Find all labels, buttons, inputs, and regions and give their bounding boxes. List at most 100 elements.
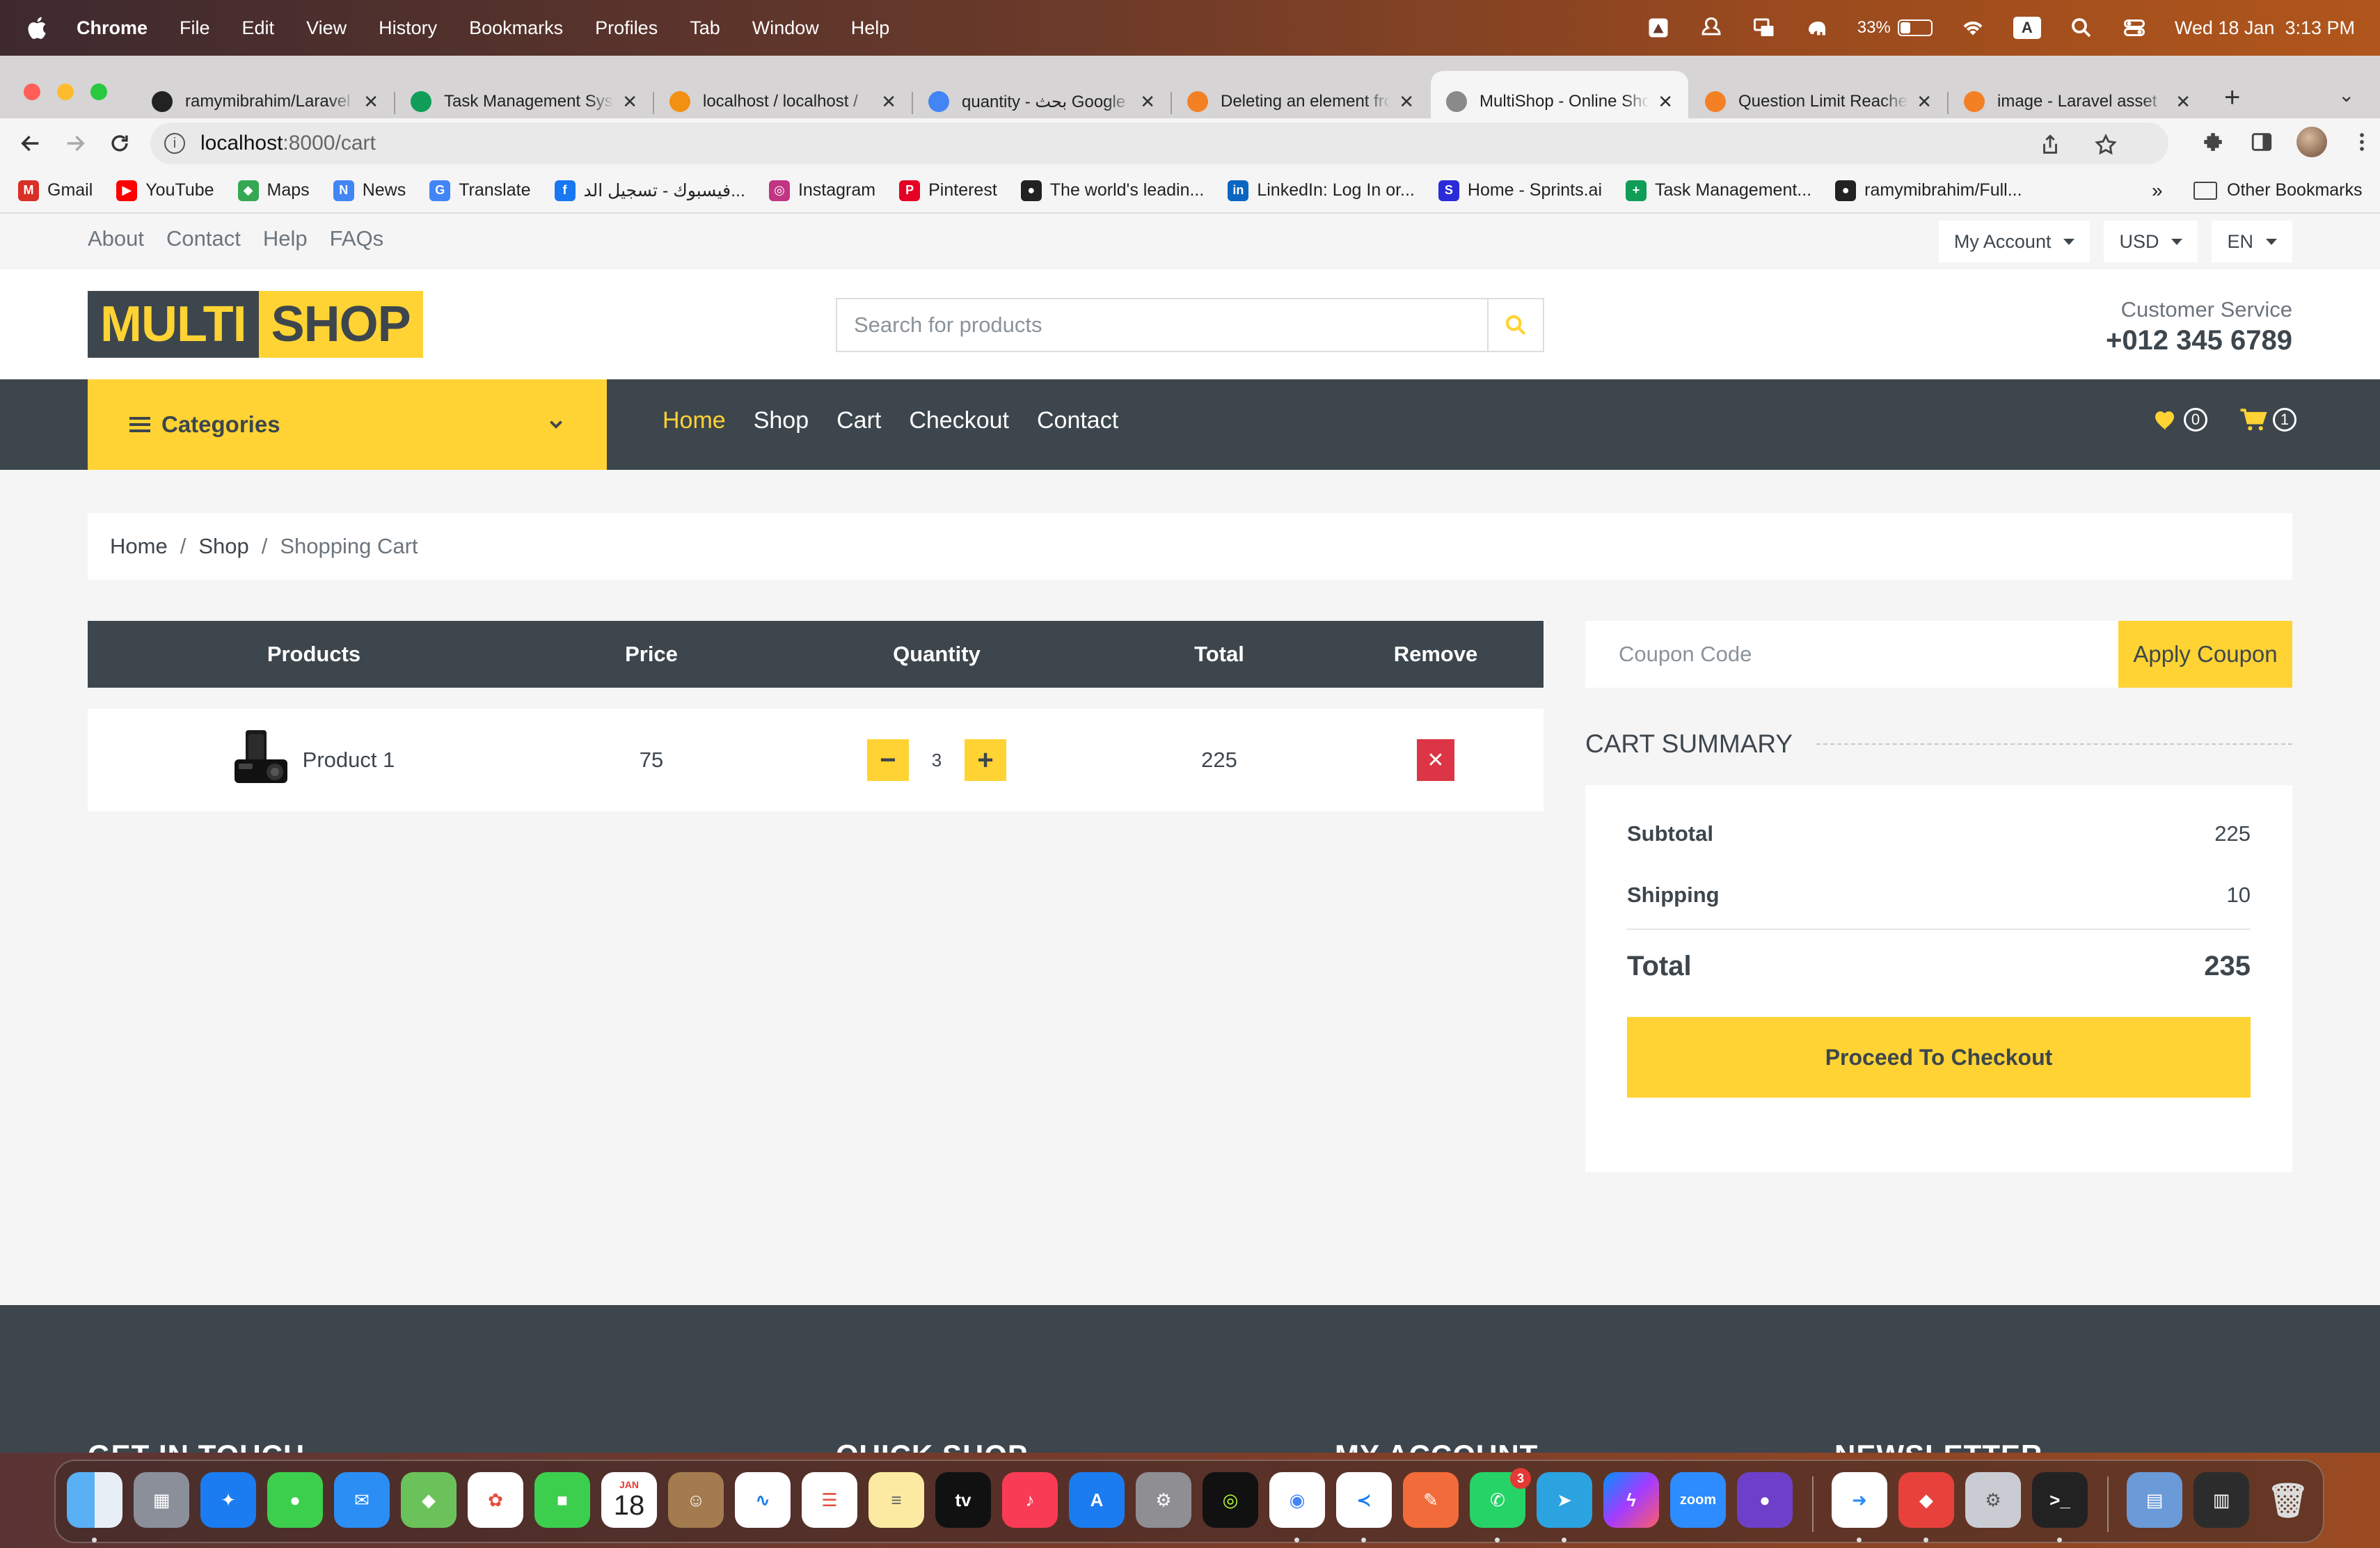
bookmark-item[interactable]: N News bbox=[333, 180, 406, 201]
bookmarks-overflow-button[interactable]: » bbox=[2152, 180, 2163, 202]
control-center-icon[interactable] bbox=[2122, 15, 2147, 40]
top-link-contact[interactable]: Contact bbox=[166, 226, 241, 251]
battery-status[interactable]: 33% bbox=[1857, 18, 1933, 38]
remove-item-button[interactable]: ✕ bbox=[1417, 739, 1454, 781]
close-tab-icon[interactable]: ✕ bbox=[363, 91, 379, 113]
finder-icon[interactable] bbox=[67, 1472, 122, 1528]
menu-view[interactable]: View bbox=[306, 17, 347, 39]
breadcrumb-shop[interactable]: Shop bbox=[198, 534, 248, 559]
chrome-icon[interactable]: ◉ bbox=[1269, 1472, 1325, 1528]
wishlist-link[interactable]: 0 bbox=[2153, 408, 2207, 432]
menu-file[interactable]: File bbox=[180, 17, 210, 39]
menu-bookmarks[interactable]: Bookmarks bbox=[469, 17, 563, 39]
nav-contact[interactable]: Contact bbox=[1037, 407, 1118, 434]
more-menu-icon[interactable] bbox=[2348, 128, 2376, 156]
language-dropdown[interactable]: EN bbox=[2212, 221, 2292, 262]
profile-avatar[interactable] bbox=[2296, 127, 2327, 157]
search-button[interactable] bbox=[1487, 299, 1543, 351]
proceed-to-checkout-button[interactable]: Proceed To Checkout bbox=[1627, 1017, 2251, 1098]
quantity-value[interactable]: 3 bbox=[909, 750, 965, 771]
currency-dropdown[interactable]: USD bbox=[2104, 221, 2198, 262]
close-tab-icon[interactable]: ✕ bbox=[1399, 91, 1414, 113]
wifi-icon[interactable] bbox=[1960, 15, 1985, 40]
breadcrumb-home[interactable]: Home bbox=[110, 534, 168, 559]
top-link-help[interactable]: Help bbox=[263, 226, 308, 251]
nav-checkout[interactable]: Checkout bbox=[909, 407, 1009, 434]
bookmark-item[interactable]: M Gmail bbox=[18, 180, 93, 201]
address-bar[interactable]: i localhost:8000/cart bbox=[150, 123, 2168, 164]
categories-toggle[interactable]: Categories bbox=[88, 379, 607, 470]
bookmark-item[interactable]: ▶ YouTube bbox=[116, 180, 214, 201]
bookmark-item[interactable]: + Task Management... bbox=[1626, 180, 1811, 201]
bookmark-item[interactable]: S Home - Sprints.ai bbox=[1438, 180, 1602, 201]
freeform-icon[interactable]: ∿ bbox=[735, 1472, 791, 1528]
disk-utility-icon[interactable]: ⚙ bbox=[1965, 1472, 2021, 1528]
bookmark-item[interactable]: ◎ Instagram bbox=[768, 180, 875, 201]
trash-icon[interactable]: 🗑 bbox=[2260, 1472, 2316, 1528]
back-button[interactable] bbox=[8, 121, 53, 166]
messages-icon[interactable]: ● bbox=[267, 1472, 323, 1528]
spotlight-search-icon[interactable] bbox=[2069, 15, 2094, 40]
close-tab-icon[interactable]: ✕ bbox=[881, 91, 896, 113]
migration-icon[interactable]: ➜ bbox=[1832, 1472, 1887, 1528]
minimize-window-button[interactable] bbox=[57, 84, 74, 100]
side-panel-icon[interactable] bbox=[2248, 128, 2276, 156]
new-tab-button[interactable]: + bbox=[2224, 82, 2240, 113]
app-store-icon[interactable]: A bbox=[1069, 1472, 1125, 1528]
my-account-dropdown[interactable]: My Account bbox=[1938, 221, 2091, 262]
messenger-icon[interactable]: ϟ bbox=[1603, 1472, 1659, 1528]
sublime-text-icon[interactable]: ✎ bbox=[1403, 1472, 1459, 1528]
calendar-icon[interactable]: JAN 18 bbox=[601, 1472, 657, 1528]
top-link-faqs[interactable]: FAQs bbox=[330, 226, 384, 251]
bookmark-item[interactable]: ● ramymibrahim/Full... bbox=[1835, 180, 2022, 201]
extensions-icon[interactable] bbox=[2199, 128, 2227, 156]
photos-icon[interactable]: ✿ bbox=[468, 1472, 523, 1528]
share-icon[interactable] bbox=[2036, 131, 2064, 159]
facetime-icon[interactable]: ■ bbox=[534, 1472, 590, 1528]
coupon-input[interactable] bbox=[1585, 621, 2118, 688]
notes-icon[interactable]: ≡ bbox=[868, 1472, 924, 1528]
product-name[interactable]: Product 1 bbox=[303, 748, 395, 773]
launchpad-icon[interactable]: ▦ bbox=[134, 1472, 189, 1528]
menu-help[interactable]: Help bbox=[851, 17, 890, 39]
quantity-decrease-button[interactable]: − bbox=[867, 739, 909, 781]
safari-icon[interactable]: ✦ bbox=[200, 1472, 256, 1528]
clock[interactable]: Wed 18 Jan 3:13 PM bbox=[2175, 17, 2355, 39]
site-info-icon[interactable]: i bbox=[164, 133, 185, 154]
nav-cart[interactable]: Cart bbox=[836, 407, 881, 434]
nav-shop[interactable]: Shop bbox=[754, 407, 809, 434]
contacts-icon[interactable]: ☺ bbox=[668, 1472, 724, 1528]
close-tab-icon[interactable]: ✕ bbox=[1917, 91, 1932, 113]
quantity-increase-button[interactable]: + bbox=[965, 739, 1006, 781]
telegram-icon[interactable]: ➤ bbox=[1537, 1472, 1592, 1528]
site-logo[interactable]: MULTI SHOP bbox=[88, 291, 423, 358]
other-bookmarks-button[interactable]: Other Bookmarks bbox=[2193, 180, 2363, 200]
elephant-icon[interactable] bbox=[1804, 15, 1830, 40]
anydesk-icon[interactable]: ◆ bbox=[1898, 1472, 1954, 1528]
bookmark-item[interactable]: P Pinterest bbox=[899, 180, 997, 201]
close-tab-icon[interactable]: ✕ bbox=[2175, 91, 2191, 113]
menu-edit[interactable]: Edit bbox=[242, 17, 275, 39]
system-settings-icon[interactable]: ⚙ bbox=[1136, 1472, 1191, 1528]
documents-stack-icon[interactable]: ▤ bbox=[2127, 1472, 2182, 1528]
close-window-button[interactable] bbox=[24, 84, 40, 100]
forward-button[interactable] bbox=[53, 121, 97, 166]
creative-cloud-icon[interactable] bbox=[1699, 15, 1724, 40]
cart-link[interactable]: 1 bbox=[2239, 407, 2296, 432]
tab-search-chevron-icon[interactable]: ⌄ bbox=[2338, 84, 2354, 106]
reminders-icon[interactable]: ☰ bbox=[802, 1472, 857, 1528]
github-desktop-icon[interactable]: ● bbox=[1737, 1472, 1793, 1528]
bookmark-item[interactable]: f فيسبوك - تسجيل الد... bbox=[554, 180, 745, 201]
bookmark-item[interactable]: ◆ Maps bbox=[237, 180, 310, 201]
mail-icon[interactable]: ✉ bbox=[334, 1472, 390, 1528]
menu-tab[interactable]: Tab bbox=[690, 17, 720, 39]
close-tab-icon[interactable]: ✕ bbox=[1658, 91, 1673, 113]
bookmark-star-icon[interactable] bbox=[2092, 131, 2120, 159]
vscode-icon[interactable]: ≺ bbox=[1336, 1472, 1392, 1528]
downloads-stack-icon[interactable]: ▥ bbox=[2193, 1472, 2249, 1528]
bookmark-item[interactable]: in LinkedIn: Log In or... bbox=[1228, 180, 1415, 201]
input-source-indicator[interactable]: A bbox=[2013, 17, 2041, 39]
zoom-window-button[interactable] bbox=[90, 84, 107, 100]
top-link-about[interactable]: About bbox=[88, 226, 144, 251]
menu-profiles[interactable]: Profiles bbox=[595, 17, 658, 39]
